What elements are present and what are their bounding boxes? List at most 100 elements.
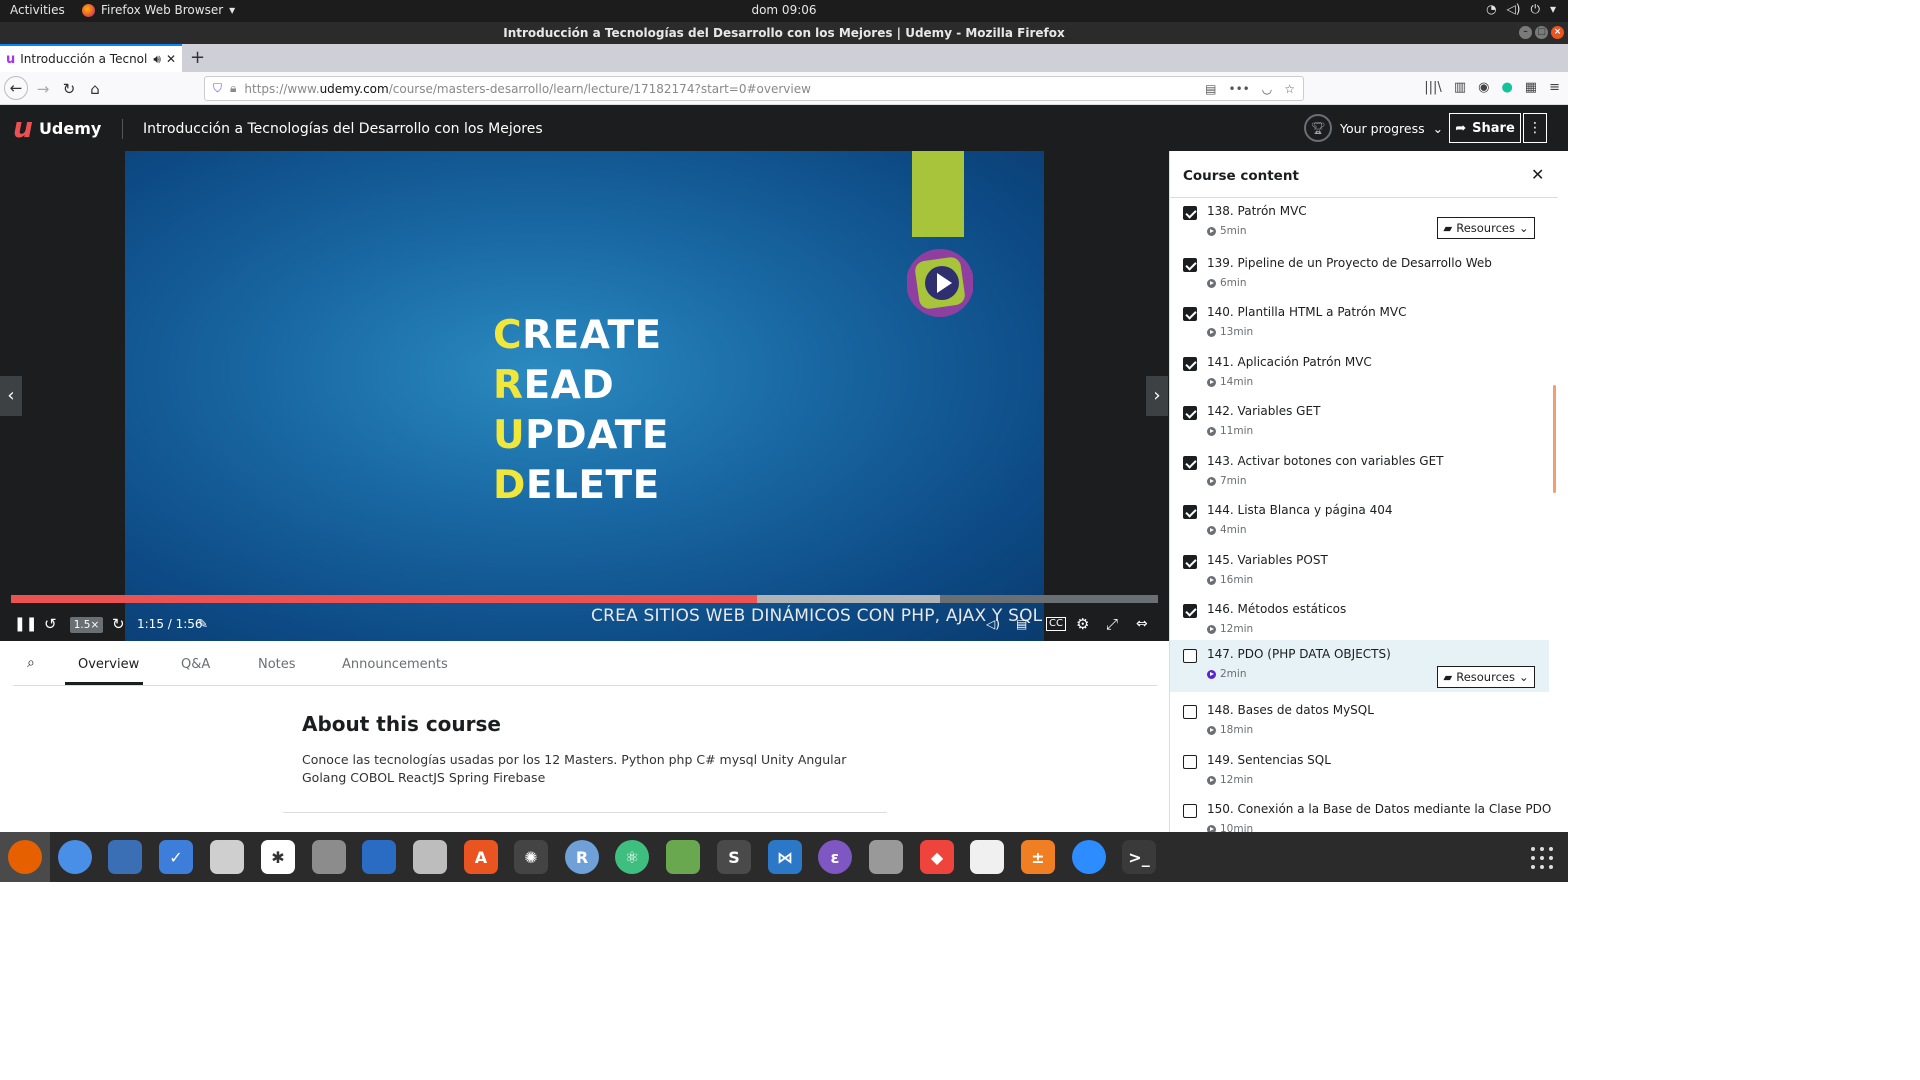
web-icon[interactable]: ✺ [514,840,548,874]
lesson-checkbox[interactable] [1183,555,1197,569]
tab-overview[interactable]: Overview [78,657,139,672]
previous-lecture-button[interactable]: ‹ [0,376,22,416]
settings-gear-icon[interactable]: ⚙ [1076,613,1089,635]
browser-tab[interactable]: u Introducción a Tecnologías del Desarro… [0,44,182,72]
speaker-icon[interactable] [210,840,244,874]
cube-icon[interactable] [666,840,700,874]
maximize-button[interactable]: □ [1535,26,1548,39]
lesson-item[interactable]: 149. Sentencias SQL 12min [1170,748,1549,798]
r-icon[interactable]: R [565,840,599,874]
firefox-icon[interactable] [8,840,42,874]
vscode-icon[interactable]: ⋈ [768,840,802,874]
extension-icon[interactable]: ▦ [1525,80,1537,95]
calculator-icon[interactable]: ± [1021,840,1055,874]
lesson-checkbox[interactable] [1183,307,1197,321]
home-button[interactable]: ⌂ [84,78,106,100]
library-icon[interactable]: |||\ [1424,80,1442,95]
lesson-item[interactable]: 150. Conexión a la Base de Datos mediant… [1170,797,1551,832]
next-lecture-button[interactable]: › [1146,376,1168,416]
close-icon[interactable]: ✕ [1531,165,1544,184]
software-center-icon[interactable]: A [464,840,498,874]
page-actions-icon[interactable]: ••• [1229,82,1250,96]
lock-icon[interactable]: 🔒︎ [230,81,236,96]
show-applications-icon[interactable] [1531,847,1553,869]
lesson-checkbox[interactable] [1183,406,1197,420]
lesson-item[interactable]: 144. Lista Blanca y página 404 4min [1170,498,1549,548]
video-player[interactable]: CREATE READ UPDATE DELETE ‹ › CREA SITIOS W… [0,151,1169,641]
lesson-checkbox[interactable] [1183,456,1197,470]
back-button[interactable]: ← [4,76,28,100]
lesson-item[interactable]: 147. PDO (PHP DATA OBJECTS) 2min ▰ Resource… [1170,640,1549,692]
lesson-checkbox[interactable] [1183,755,1197,769]
activities-button[interactable]: Activities [10,3,65,17]
lesson-checkbox[interactable] [1183,705,1197,719]
fullscreen-icon[interactable]: ⤢ [1106,613,1118,635]
lesson-checkbox[interactable] [1183,357,1197,371]
lesson-item[interactable]: 145. Variables POST 16min [1170,548,1549,598]
volume-icon[interactable]: ◁) [986,613,1000,635]
captions-button[interactable]: CC [1046,617,1066,631]
slack-icon[interactable]: ✱ [261,840,295,874]
reload-button[interactable]: ↻ [58,78,80,100]
forward-5s-button[interactable]: ↻ [112,613,125,635]
files-icon[interactable] [312,840,346,874]
tab-notes[interactable]: Notes [258,657,296,672]
pause-button[interactable]: ❚❚ [14,613,37,635]
menu-icon[interactable]: ≡ [1549,80,1560,95]
resources-button[interactable]: ▰ Resources ⌄ [1437,217,1535,239]
seek-bar[interactable] [11,595,1158,603]
grammarly-icon[interactable]: ● [1501,80,1512,95]
close-window-button[interactable]: × [1551,26,1564,39]
lesson-item[interactable]: 141. Aplicación Patrón MVC 14min [1170,350,1549,400]
udemy-logo[interactable]: u Udemy [13,114,101,142]
share-button[interactable]: ➦ Share [1449,113,1521,143]
reader-view-icon[interactable]: ▤ [1205,82,1216,96]
pocket-icon[interactable]: ◡ [1262,82,1272,96]
anydesk-icon[interactable]: ◆ [920,840,954,874]
more-options-button[interactable]: ⋮ [1523,113,1547,143]
tab-qa[interactable]: Q&A [181,657,210,672]
atom-icon[interactable]: ⚛ [615,840,649,874]
chromium-icon[interactable] [58,840,92,874]
writer-icon[interactable] [362,840,396,874]
add-note-icon[interactable]: ✎ [198,613,208,635]
shield-icon[interactable]: ⛉ [213,81,222,96]
your-progress-button[interactable]: 🏆︎ Your progress ⌄ [1304,114,1443,142]
terminal-icon[interactable]: >_ [1122,840,1156,874]
tasks-icon[interactable]: ✓ [159,840,193,874]
lesson-checkbox[interactable] [1183,604,1197,618]
camera-icon[interactable] [413,840,447,874]
sublime-icon[interactable]: S [717,840,751,874]
lesson-checkbox[interactable] [1183,505,1197,519]
lesson-item[interactable]: 138. Patrón MVC 5min ▰ Resources ⌄ [1170,199,1549,249]
speaker-icon[interactable]: 🔊︎ [153,52,161,67]
lesson-item[interactable]: 148. Bases de datos MySQL 18min [1170,698,1549,748]
system-tray[interactable]: ◔ ◁) ⏻ ▾ [1486,2,1556,17]
lesson-item[interactable]: 143. Activar botones con variables GET 7m… [1170,449,1549,499]
bookmark-star-icon[interactable]: ☆ [1284,82,1295,96]
new-tab-button[interactable]: + [190,47,205,68]
lesson-item[interactable]: 140. Plantilla HTML a Patrón MVC 13min [1170,300,1549,350]
sidebar-scrollbar[interactable] [1553,385,1556,493]
account-icon[interactable]: ◉ [1478,80,1489,95]
video-frame[interactable]: CREATE READ UPDATE DELETE [125,151,1044,641]
lesson-item[interactable]: 139. Pipeline de un Proyecto de Desarrol… [1170,251,1549,301]
lesson-checkbox[interactable] [1183,804,1197,818]
expand-view-icon[interactable]: ⇔ [1136,613,1148,635]
minimize-button[interactable]: – [1519,26,1532,39]
resources-button[interactable]: ▰ Resources ⌄ [1437,666,1535,688]
app-menu[interactable]: Firefox Web Browser ▾ [82,3,235,17]
close-tab-icon[interactable]: ✕ [166,52,176,66]
transcript-icon[interactable]: ▤ [1016,613,1027,635]
gimp-icon[interactable] [869,840,903,874]
search-icon[interactable]: ⌕ [27,655,35,671]
rewind-5s-button[interactable]: ↺ [44,613,57,635]
thunderbird-icon[interactable] [108,840,142,874]
lesson-checkbox[interactable] [1183,649,1197,663]
text-editor-icon[interactable] [970,840,1004,874]
emacs-icon[interactable]: ε [818,840,852,874]
lesson-checkbox[interactable] [1183,258,1197,272]
url-text[interactable]: https://www.udemy.com/course/masters-des… [244,82,1197,96]
lesson-item[interactable]: 142. Variables GET 11min [1170,399,1549,449]
tab-announcements[interactable]: Announcements [342,657,448,672]
